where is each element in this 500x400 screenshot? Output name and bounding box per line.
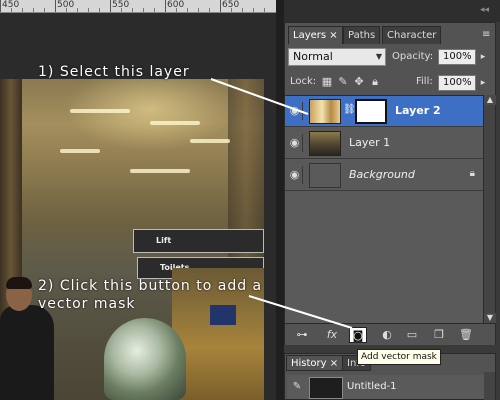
tab-character[interactable]: Character	[382, 26, 442, 44]
layer-row-background[interactable]: ◉ Background 🔒︎	[285, 160, 483, 191]
history-entry[interactable]: ✎ Untitled-1	[287, 375, 487, 399]
photo-person-body	[0, 305, 54, 400]
lock-pixels-icon[interactable]: ✎	[336, 75, 350, 89]
history-brush-icon[interactable]: ✎	[289, 379, 305, 395]
chevron-down-icon: ▼	[375, 52, 382, 61]
lock-transparent-icon[interactable]: ▦	[320, 75, 334, 89]
collapse-panels-icon[interactable]: ◂◂	[480, 4, 492, 16]
fill-field[interactable]: 100%	[438, 75, 476, 91]
layer-row-layer-2[interactable]: ◉ ⛓ Layer 2	[285, 96, 483, 127]
canvas-pasteboard-edge	[264, 79, 276, 400]
layers-list: ◉ ⛓ Layer 2 ◉ Layer 1 ◉ Background 🔒︎	[285, 95, 483, 323]
layer-thumbnail	[309, 99, 341, 124]
fill-label: Fill:	[416, 76, 433, 87]
layer-name: Layer 2	[395, 104, 441, 117]
lock-icon: 🔒︎	[469, 168, 475, 179]
vector-mask-thumbnail[interactable]	[355, 99, 387, 124]
annotation-click-button: 2) Click this button to add a vector mas…	[38, 278, 263, 312]
layer-row-layer-1[interactable]: ◉ Layer 1	[285, 128, 483, 159]
new-layer-icon[interactable]: ❐	[430, 327, 448, 343]
photo-plant	[104, 318, 186, 400]
new-group-icon[interactable]: ▭	[403, 327, 421, 343]
blend-mode-value: Normal	[293, 50, 333, 63]
panel-menu-icon[interactable]: ≡	[482, 29, 490, 40]
scroll-down-icon[interactable]: ▼	[484, 313, 496, 323]
adjustment-layer-icon[interactable]: ◐	[378, 327, 396, 343]
panel-divider[interactable]	[276, 0, 284, 400]
annotation-select-layer: 1) Select this layer	[38, 64, 190, 80]
mask-link-icon[interactable]: ⛓	[343, 104, 356, 115]
layers-scrollbar[interactable]: ▲ ▼	[483, 95, 496, 323]
photoshop-window: 450 500 550 600 650 Lift 1) Select this …	[0, 0, 500, 400]
lock-label: Lock:	[290, 76, 317, 87]
fx-icon[interactable]: fx	[323, 327, 341, 343]
history-entry-name: Untitled-1	[347, 381, 397, 392]
fill-arrow-icon[interactable]: ▸	[478, 75, 488, 91]
document-canvas-area[interactable]: 450 500 550 600 650 Lift 1) Select this …	[0, 0, 276, 400]
opacity-arrow-icon[interactable]: ▸	[478, 49, 488, 65]
tab-paths[interactable]: Paths	[343, 26, 381, 44]
trash-icon[interactable]: 🗑︎	[457, 327, 475, 343]
tab-history[interactable]: History ×	[286, 355, 344, 371]
opacity-label: Opacity:	[392, 51, 434, 62]
horizontal-ruler: 450 500 550 600 650	[0, 0, 276, 13]
layers-panel-footer: ⊶ fx ◙ ◐ ▭ ❐ 🗑︎	[285, 323, 495, 345]
layer-thumbnail	[309, 163, 341, 188]
layer-thumbnail	[309, 131, 341, 156]
tooltip: Add vector mask	[357, 349, 441, 365]
panel-dock-header: ◂◂	[284, 0, 500, 22]
layers-panel-tabs: Layers × Paths Character ≡	[284, 26, 496, 44]
layer-name: Background	[349, 168, 415, 181]
history-scrollbar[interactable]	[484, 372, 495, 400]
eye-icon[interactable]: ◉	[287, 166, 303, 184]
eye-icon[interactable]: ◉	[287, 134, 303, 152]
eye-icon[interactable]: ◉	[287, 102, 303, 120]
link-layers-icon[interactable]: ⊶	[293, 327, 311, 343]
lock-all-icon[interactable]: 🔒︎	[368, 75, 382, 89]
photo-person-hair	[6, 277, 32, 289]
opacity-field[interactable]: 100%	[438, 49, 476, 65]
layer-name: Layer 1	[349, 136, 391, 149]
add-mask-icon[interactable]: ◙	[349, 327, 367, 343]
tab-layers[interactable]: Layers ×	[288, 26, 343, 44]
lock-position-icon[interactable]: ✥	[352, 75, 366, 89]
lift-sign: Lift	[133, 229, 264, 253]
sign-text: Lift	[156, 236, 172, 245]
blend-mode-select[interactable]: Normal ▼	[288, 48, 386, 66]
history-snapshot-thumbnail	[309, 377, 343, 399]
scroll-up-icon[interactable]: ▲	[484, 95, 496, 105]
